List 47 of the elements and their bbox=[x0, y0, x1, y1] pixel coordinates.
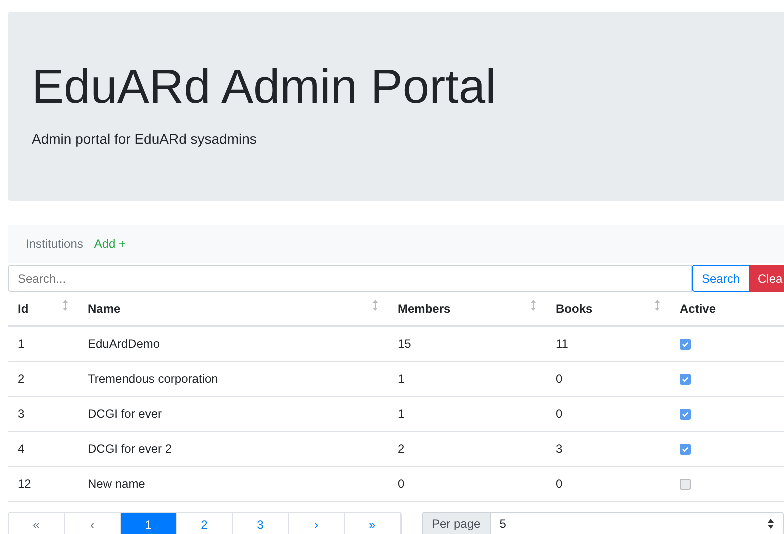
table-cell: 1 bbox=[18, 336, 25, 351]
column-header: Id bbox=[18, 302, 29, 316]
active-checkbox[interactable] bbox=[680, 408, 691, 420]
table-cell: 0 bbox=[556, 372, 563, 386]
table-cell: Tremendous corporation bbox=[88, 372, 218, 386]
per-page-select[interactable]: Per page 5 bbox=[422, 512, 784, 534]
select-arrows-icon bbox=[768, 518, 774, 528]
search-field[interactable]: Search... bbox=[8, 265, 692, 292]
add-link[interactable]: Add + bbox=[94, 235, 126, 253]
active-checkbox[interactable] bbox=[680, 374, 691, 385]
per-page-label: Per page bbox=[423, 512, 491, 534]
sort-icon[interactable] bbox=[655, 300, 660, 311]
table-cell: DCGI for ever 2 bbox=[88, 442, 172, 456]
table-cell: 4 bbox=[18, 442, 25, 456]
table-cell: 3 bbox=[556, 442, 563, 456]
table-cell: 2 bbox=[18, 372, 25, 386]
table-cell: 0 bbox=[398, 476, 405, 490]
clear-button[interactable]: Clea bbox=[750, 265, 784, 292]
table-cell: 11 bbox=[556, 336, 568, 351]
table-cell: 12 bbox=[18, 476, 32, 490]
table-cell: 15 bbox=[398, 336, 412, 351]
page-button[interactable]: « bbox=[9, 512, 65, 534]
sort-icon[interactable] bbox=[63, 300, 68, 311]
per-page-value: 5 bbox=[500, 516, 506, 532]
page-title: EduARd Admin Portal bbox=[32, 62, 498, 115]
table-cell: 0 bbox=[556, 476, 563, 490]
column-header: Name bbox=[88, 302, 121, 316]
table-cell: New name bbox=[88, 476, 146, 490]
table-cell: 2 bbox=[398, 442, 405, 456]
table-cell: 3 bbox=[18, 406, 25, 420]
active-checkbox[interactable] bbox=[680, 478, 691, 490]
search-button[interactable]: Search bbox=[692, 265, 750, 292]
table-cell: 1 bbox=[398, 372, 405, 386]
column-header: Active bbox=[680, 302, 716, 316]
table-cell: DCGI for ever bbox=[88, 406, 162, 420]
table-cell: 1 bbox=[398, 406, 405, 420]
table-cell: EduArdDemo bbox=[88, 336, 160, 351]
page-subtitle: Admin portal for EduARd sysadmins bbox=[32, 130, 258, 149]
page-button[interactable]: 1 bbox=[121, 512, 177, 534]
column-header: Books bbox=[556, 302, 593, 316]
active-checkbox[interactable] bbox=[680, 339, 691, 350]
sort-icon[interactable] bbox=[373, 300, 378, 311]
column-header: Members bbox=[398, 302, 451, 316]
sort-icon[interactable] bbox=[531, 300, 536, 311]
table-cell: 0 bbox=[556, 406, 563, 420]
nav-label: Institutions bbox=[26, 236, 84, 253]
active-checkbox[interactable] bbox=[680, 444, 691, 455]
